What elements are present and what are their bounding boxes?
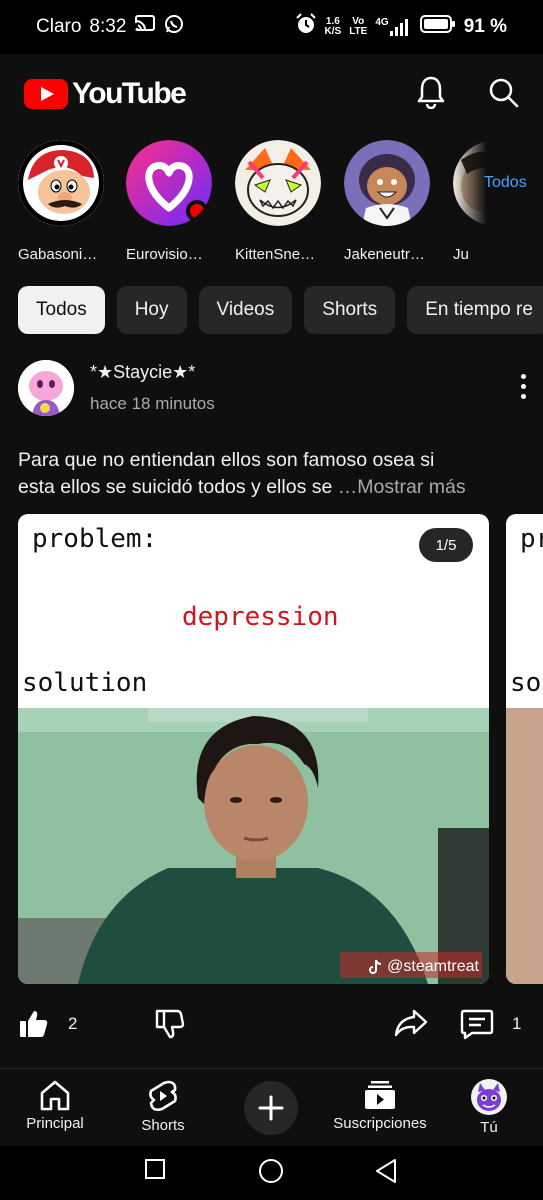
channel-name: Eurovisio… [126, 246, 203, 263]
more-options-icon[interactable] [518, 374, 528, 404]
post-text-line1: Para que no entiendan ellos son famoso o… [18, 449, 435, 471]
author-name[interactable]: *★Staycie★* [90, 362, 195, 383]
home-circle-icon[interactable] [258, 1158, 284, 1189]
comment-icon [460, 1009, 494, 1040]
show-more-link[interactable]: …Mostrar más [338, 476, 466, 498]
plus-icon [258, 1095, 284, 1121]
meme-problem-text: problem: [32, 524, 158, 554]
app-header: YouTube [0, 54, 543, 134]
profile-avatar-icon [471, 1079, 507, 1115]
tiktok-icon [369, 959, 382, 974]
live-indicator [186, 200, 208, 222]
watermark-handle: @steamtreat [387, 958, 479, 975]
lte-label: LTE [349, 26, 368, 37]
post-text: Para que no entiendan ellos son famoso o… [18, 447, 518, 501]
channel-name: Ju [453, 246, 469, 263]
youtube-play-icon [24, 79, 68, 109]
battery-icon [419, 14, 456, 40]
carrier-label: Claro [36, 16, 82, 37]
clock: 8:32 [89, 16, 127, 37]
net-speed-unit: K/S [324, 26, 342, 37]
subscriptions-icon [365, 1081, 395, 1109]
post-timestamp: hace 18 minutos [90, 394, 215, 413]
chip-videos[interactable]: Videos [198, 286, 293, 334]
next-solution-text: sol [510, 668, 543, 698]
avatar [344, 140, 430, 226]
create-button[interactable] [244, 1081, 298, 1135]
comment-count: 1 [512, 1014, 522, 1033]
chip-todos[interactable]: Todos [18, 286, 105, 334]
avatar [18, 140, 104, 226]
next-problem-text: pr [520, 524, 543, 554]
back-icon[interactable] [374, 1158, 398, 1189]
volte-indicator: Vo LTE [349, 17, 367, 37]
nav-home[interactable]: Principal [0, 1079, 110, 1132]
alarm-icon [295, 13, 317, 41]
tiktok-watermark: @steamtreat [369, 958, 479, 976]
network-gen-label: 4G [375, 17, 389, 28]
subscription-channel[interactable]: Jakeneutr… [344, 140, 444, 263]
status-bar: Claro 8:32 1.6 K/S Vo LTE 4G 91 % [0, 0, 543, 54]
comments-button[interactable]: 1 [460, 1008, 521, 1040]
like-count: 2 [68, 1014, 78, 1033]
subscription-channel[interactable]: KittenSne… [235, 140, 335, 263]
nav-you[interactable]: Tú [434, 1079, 543, 1136]
post-text-line2: esta ellos se suicidó todos y ellos se [18, 476, 333, 498]
nav-you-label: Tú [480, 1119, 498, 1136]
dislike-button[interactable] [154, 1008, 186, 1040]
bottom-navigation: Principal Shorts Suscripciones Tú [0, 1068, 543, 1146]
home-icon [40, 1080, 70, 1111]
logo-text: YouTube [72, 77, 187, 110]
next-image-card[interactable]: pr sol [506, 514, 543, 984]
avatar [126, 140, 212, 226]
recent-apps-icon[interactable] [144, 1158, 166, 1185]
nav-shorts-label: Shorts [141, 1117, 185, 1134]
channel-name: KittenSne… [235, 246, 316, 263]
shorts-icon [149, 1080, 177, 1112]
chip-shorts[interactable]: Shorts [304, 286, 396, 334]
image-counter: 1/5 [419, 528, 473, 562]
nav-home-label: Principal [26, 1115, 84, 1132]
meme-depression-text: depression [182, 602, 339, 632]
share-icon [394, 1009, 428, 1037]
signal-indicator: 4G [375, 18, 411, 36]
share-button[interactable] [394, 1008, 428, 1038]
channel-name: Jakeneutr… [344, 246, 425, 263]
network-speed: 1.6 K/S [325, 17, 342, 37]
chip-hoy[interactable]: Hoy [116, 286, 187, 334]
subscription-channel[interactable]: Gabasoni… [18, 140, 118, 263]
channel-name: Gabasoni… [18, 246, 98, 263]
meme-photo: @steamtreat [18, 708, 489, 984]
chip-live[interactable]: En tiempo re [407, 286, 543, 334]
post-image-card[interactable]: problem: depression solution 1/5 @steamt… [18, 514, 489, 984]
cast-icon [134, 15, 156, 39]
avatar [235, 140, 321, 226]
filter-chips: Todos Hoy Videos Shorts En tiempo re [18, 286, 543, 334]
next-photo [506, 708, 543, 984]
all-subscriptions-link[interactable]: Todos [484, 174, 527, 192]
nav-subscriptions-label: Suscripciones [333, 1115, 427, 1132]
subscription-channel[interactable]: Eurovisio… [126, 140, 226, 263]
nav-shorts[interactable]: Shorts [108, 1079, 218, 1134]
whatsapp-icon [164, 14, 184, 40]
thumbs-down-icon [155, 1009, 185, 1039]
like-button[interactable]: 2 [18, 1008, 77, 1040]
search-icon[interactable] [487, 76, 519, 113]
youtube-logo[interactable]: YouTube [24, 77, 187, 111]
meme-solution-text: solution [22, 668, 148, 698]
battery-percent: 91 % [463, 16, 507, 37]
post-actions: 2 1 [18, 1008, 528, 1052]
post-header: *★Staycie★* hace 18 minutos [18, 360, 528, 420]
signal-bars-icon [389, 19, 408, 36]
author-avatar[interactable] [18, 360, 74, 416]
thumbs-up-icon [20, 1011, 48, 1037]
system-navigation-bar [0, 1146, 543, 1200]
nav-subscriptions[interactable]: Suscripciones [325, 1079, 435, 1132]
bell-icon[interactable] [415, 75, 447, 114]
